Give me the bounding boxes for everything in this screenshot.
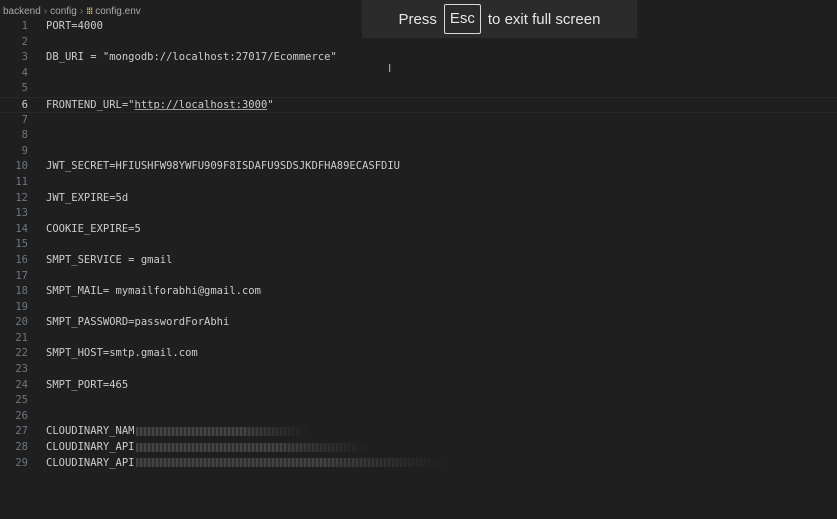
line-number: 12 [15,191,28,204]
code-line[interactable]: 16 SMPT_SERVICE = gmail [0,253,837,269]
line-number: 20 [15,316,28,329]
line-number: 15 [15,238,28,251]
breadcrumb-segment-config[interactable]: config [50,6,77,17]
line-number: 14 [15,222,28,235]
code-editor[interactable]: 1 PORT=4000 2 3 DB_URI = "mongodb://localh… [0,19,837,471]
line-text-prefix: FRONTEND_URL=" [46,98,135,111]
line-number: 5 [21,82,28,95]
code-line[interactable]: 26 [0,409,837,425]
line-text: CLOUDINARY_API [46,440,371,456]
code-line[interactable]: 12 JWT_EXPIRE=5d [0,191,837,207]
code-line[interactable]: 5 [0,81,837,97]
settings-file-icon: ⁞⁞⁞ [86,6,93,16]
code-line[interactable]: 4 [0,66,837,82]
code-line[interactable]: 18 SMPT_MAIL= mymailforabhi@gmail.com [0,284,837,300]
line-number: 25 [15,394,28,407]
code-line[interactable]: 9 [0,144,837,160]
line-number: 18 [15,285,28,298]
line-text: SMPT_SERVICE = gmail [46,253,173,266]
line-text: SMPT_PASSWORD=passwordForAbhi [46,316,230,329]
line-text: FRONTEND_URL="http://localhost:3000" [46,98,274,114]
code-line[interactable]: 8 [0,128,837,144]
line-number: 19 [15,300,28,313]
code-line[interactable]: 19 [0,300,837,316]
code-line[interactable]: 24 SMPT_PORT=465 [0,378,837,394]
code-line[interactable]: 10 JWT_SECRET=HFIUSHFW98YWFU909F8ISDAFU9S… [0,159,837,175]
breadcrumb-segment-backend[interactable]: backend [3,6,41,17]
line-text: JWT_SECRET=HFIUSHFW98YWFU909F8ISDAFU9SDS… [46,160,401,173]
redacted-blur [135,426,311,436]
line-text: SMPT_MAIL= mymailforabhi@gmail.com [46,285,261,298]
code-line[interactable]: 20 SMPT_PASSWORD=passwordForAbhi [0,315,837,331]
line-text: JWT_EXPIRE=5d [46,191,129,204]
line-text: CLOUDINARY_API [46,456,446,472]
code-line[interactable]: 13 [0,206,837,222]
code-line[interactable]: 23 [0,362,837,378]
line-number: 1 [21,20,28,32]
line-text: CLOUDINARY_NAM [46,424,311,440]
code-line[interactable]: 7 [0,113,837,129]
text-cursor-icon: I [388,62,392,75]
breadcrumb-file-name[interactable]: config.env [95,6,141,17]
line-number: 13 [15,207,28,220]
line-text-suffix: " [267,98,274,111]
line-number: 16 [15,253,28,266]
code-line[interactable]: 17 [0,269,837,285]
line-number: 11 [15,175,28,188]
line-number: 3 [21,51,28,64]
code-line[interactable]: 28 CLOUDINARY_API [0,440,837,456]
esc-key-hint[interactable]: Esc [443,4,481,34]
line-number: 8 [21,129,28,142]
fullscreen-banner-prefix: Press [398,10,437,28]
url-link[interactable]: http://localhost:3000 [135,99,268,111]
code-line[interactable]: 25 [0,393,837,409]
line-text: SMPT_PORT=465 [46,378,129,391]
code-line[interactable]: 21 [0,331,837,347]
code-line[interactable]: 11 [0,175,837,191]
code-line[interactable]: 27 CLOUDINARY_NAM [0,424,837,440]
line-number: 7 [21,113,28,126]
line-text: SMPT_HOST=smtp.gmail.com [46,347,198,360]
line-number: 2 [21,35,28,48]
line-text: COOKIE_EXPIRE=5 [46,222,141,235]
code-line-active[interactable]: 6 FRONTEND_URL="http://localhost:3000" [0,96,837,114]
line-number: 9 [21,144,28,157]
line-number: 4 [21,66,28,79]
line-text: PORT=4000 [46,20,103,32]
code-line[interactable]: 14 COOKIE_EXPIRE=5 [0,222,837,238]
line-text-visible: CLOUDINARY_API [46,441,135,454]
chevron-right-icon: › [79,5,84,17]
line-number: 24 [15,378,28,391]
code-line[interactable]: 3 DB_URI = "mongodb://localhost:27017/Eco… [0,50,837,66]
line-number: 10 [15,160,28,173]
line-text: DB_URI = "mongodb://localhost:27017/Ecom… [46,51,337,64]
line-number: 26 [15,409,28,422]
line-number: 6 [21,98,28,111]
code-line[interactable]: 29 CLOUDINARY_API [0,456,837,472]
line-number: 27 [15,425,28,438]
code-line[interactable]: 22 SMPT_HOST=smtp.gmail.com [0,346,837,362]
line-number: 29 [15,456,28,469]
line-text-visible: CLOUDINARY_NAM [46,425,135,438]
chevron-right-icon: › [43,5,48,17]
fullscreen-banner: Press Esc to exit full screen [362,0,637,38]
redacted-blur [135,442,371,452]
line-text-visible: CLOUDINARY_API [46,456,135,469]
line-number: 28 [15,441,28,454]
redacted-blur [135,458,446,468]
line-number: 22 [15,347,28,360]
line-number: 17 [15,269,28,282]
code-line[interactable]: 15 [0,237,837,253]
line-number: 21 [15,331,28,344]
line-number: 23 [15,363,28,376]
fullscreen-banner-suffix: to exit full screen [487,10,601,28]
